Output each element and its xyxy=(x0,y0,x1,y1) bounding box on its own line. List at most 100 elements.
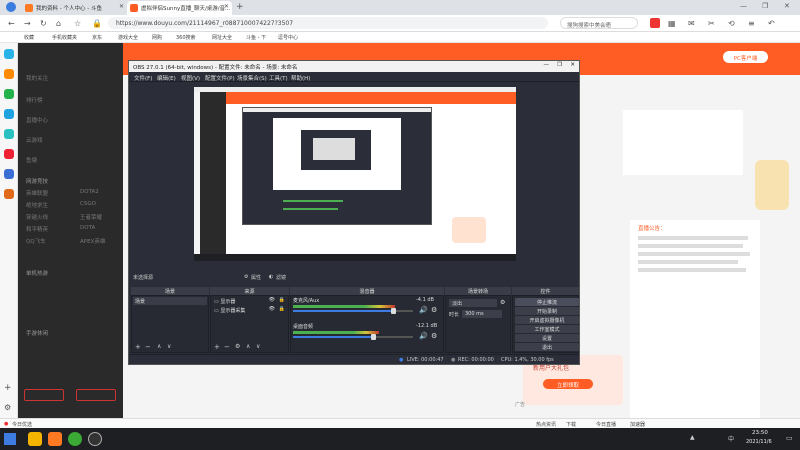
app-icon[interactable] xyxy=(4,109,14,119)
status-item[interactable]: 加速器 xyxy=(630,421,645,428)
history-icon[interactable]: ⟲ xyxy=(728,19,735,28)
new-tab-button[interactable]: + xyxy=(236,2,244,12)
menu-view[interactable]: 视图(V) xyxy=(181,74,200,82)
category-item[interactable]: 王者荣耀 xyxy=(80,213,102,221)
lock-source-icon[interactable]: 🔒 xyxy=(279,297,285,303)
filter-icon[interactable]: ◐ xyxy=(269,274,273,280)
close-tab-icon[interactable]: ✕ xyxy=(119,3,124,10)
mixer-settings-icon[interactable]: ⚙ xyxy=(431,332,437,340)
app-icon[interactable] xyxy=(4,129,14,139)
menu-edit[interactable]: 编辑(E) xyxy=(157,74,176,82)
volume-slider[interactable] xyxy=(293,308,413,314)
obs-minimize-icon[interactable]: — xyxy=(544,62,550,68)
sidebar-item-live-center[interactable]: 直播中心 xyxy=(26,116,48,124)
move-up-icon[interactable]: ∧ xyxy=(157,343,161,350)
scene-item[interactable]: 场景 xyxy=(133,297,207,305)
properties-button[interactable]: 属性 xyxy=(251,274,261,281)
app-icon[interactable] xyxy=(4,189,14,199)
filters-button[interactable]: 滤镜 xyxy=(276,274,286,281)
cut-icon[interactable]: ✂ xyxy=(708,19,715,28)
visibility-eye-icon[interactable]: 👁 xyxy=(269,297,275,303)
mixer-settings-icon[interactable]: ⚙ xyxy=(431,306,437,314)
category-item[interactable]: 穿越火线 xyxy=(26,213,48,221)
settings-button[interactable]: 设置 xyxy=(515,334,579,342)
menu-tools[interactable]: 工具(T) xyxy=(269,74,288,82)
virtual-camera-button[interactable]: 开启虚拟摄像机 xyxy=(515,316,579,324)
lock-source-icon[interactable]: 🔒 xyxy=(279,306,285,312)
bookmark-item[interactable]: 斗鱼 - 下 xyxy=(246,34,266,41)
obs-close-icon[interactable]: ✕ xyxy=(570,62,575,68)
obs-taskbar-icon[interactable] xyxy=(88,432,102,446)
add-icon[interactable]: + xyxy=(4,383,12,393)
app-icon[interactable] xyxy=(4,69,14,79)
duration-input[interactable]: 300 ms xyxy=(462,310,502,318)
source-settings-icon[interactable]: ⚙ xyxy=(235,343,240,350)
settings-icon[interactable]: ⚙ xyxy=(4,403,11,412)
category-item[interactable]: CSGO xyxy=(80,201,96,207)
transition-settings-icon[interactable]: ⚙ xyxy=(500,299,505,306)
bookmark-item[interactable]: 网购 xyxy=(152,34,162,41)
category-item[interactable]: 绝地求生 xyxy=(26,201,48,209)
forward-icon[interactable]: → xyxy=(24,19,31,28)
extension-icon[interactable] xyxy=(650,18,660,28)
notification-icon[interactable]: ▭ xyxy=(786,434,793,442)
reload-icon[interactable]: ↻ xyxy=(40,19,47,28)
move-up-icon[interactable]: ∧ xyxy=(246,343,250,350)
status-item[interactable]: 今日直播 xyxy=(596,421,616,428)
taskbar-app-icon[interactable] xyxy=(28,432,42,446)
speaker-icon[interactable]: 🔊 xyxy=(419,306,428,314)
promo-button[interactable] xyxy=(76,389,116,401)
remove-scene-icon[interactable]: − xyxy=(145,343,151,351)
source-item[interactable]: ▭ 显示器采集 👁 🔒 xyxy=(212,306,287,314)
volume-slider[interactable] xyxy=(293,334,413,340)
volume-handle[interactable] xyxy=(391,308,396,314)
browser-tab-profile[interactable]: 我的资料 - 个人中心 - 斗鱼 ✕ xyxy=(22,1,127,15)
speaker-icon[interactable]: 🔊 xyxy=(419,332,428,340)
menu-icon[interactable]: ≡ xyxy=(748,19,755,28)
bookmark-item[interactable]: 收藏 xyxy=(24,34,34,41)
move-down-icon[interactable]: ∨ xyxy=(256,343,260,350)
windows-start-icon[interactable] xyxy=(4,433,16,445)
menu-scene-collection[interactable]: 场景集合(S) xyxy=(237,74,267,82)
bookmark-item[interactable]: 手机收藏夹 xyxy=(52,34,77,41)
bookmark-item[interactable]: 360搜索 xyxy=(176,34,196,41)
stop-streaming-button[interactable]: 停止推流 xyxy=(515,298,579,306)
transition-select[interactable]: 淡出 xyxy=(449,299,497,307)
obs-maximize-icon[interactable]: ❐ xyxy=(557,62,562,68)
remove-source-icon[interactable]: − xyxy=(224,343,230,351)
category-item[interactable]: 和平精英 xyxy=(26,225,48,233)
url-field[interactable]: https://www.douyu.com/21114967_r08871000… xyxy=(108,17,548,29)
studio-mode-button[interactable]: 工作室模式 xyxy=(515,325,579,333)
browser-tab-stream[interactable]: 虚拟伴侣Sunny直播_聊天/桌游/音... ✕ xyxy=(127,1,232,15)
visibility-eye-icon[interactable]: 👁 xyxy=(269,306,275,312)
back-icon[interactable]: ← xyxy=(8,19,15,28)
exit-button[interactable]: 退出 xyxy=(515,343,579,351)
category-item[interactable]: DOTA xyxy=(80,225,95,231)
app-icon[interactable] xyxy=(4,89,14,99)
sidebar-item-rank[interactable]: 排行榜 xyxy=(26,96,43,104)
tray-icon[interactable]: ▲ xyxy=(690,434,695,441)
volume-handle[interactable] xyxy=(371,334,376,340)
bookmark-item[interactable]: 逗号中心 xyxy=(278,34,298,41)
status-item[interactable]: 下载 xyxy=(566,421,576,428)
taskbar-app-icon[interactable] xyxy=(68,432,82,446)
add-scene-icon[interactable]: + xyxy=(135,343,141,351)
obs-preview[interactable] xyxy=(194,87,516,261)
minimize-icon[interactable]: — xyxy=(740,2,747,10)
app-icon[interactable] xyxy=(4,169,14,179)
mail-icon[interactable]: ✉ xyxy=(688,19,695,28)
home-icon[interactable]: ⌂ xyxy=(56,19,61,28)
category-item[interactable]: APEX英雄 xyxy=(80,237,105,245)
menu-help[interactable]: 帮助(H) xyxy=(291,74,310,82)
category-item[interactable]: DOTA2 xyxy=(80,189,99,195)
sidebar-item-cloud-game[interactable]: 云游戏 xyxy=(26,136,43,144)
source-item[interactable]: ▭ 显示器 👁 🔒 xyxy=(212,297,287,305)
add-source-icon[interactable]: + xyxy=(214,343,220,351)
bookmark-item[interactable]: 游戏大全 xyxy=(118,34,138,41)
app-icon[interactable] xyxy=(4,49,14,59)
grid-icon[interactable]: ▦ xyxy=(668,19,676,28)
maximize-icon[interactable]: ❐ xyxy=(762,2,768,10)
menu-profile[interactable]: 配置文件(P) xyxy=(205,74,235,82)
move-down-icon[interactable]: ∨ xyxy=(167,343,171,350)
close-window-icon[interactable]: ✕ xyxy=(784,2,790,10)
